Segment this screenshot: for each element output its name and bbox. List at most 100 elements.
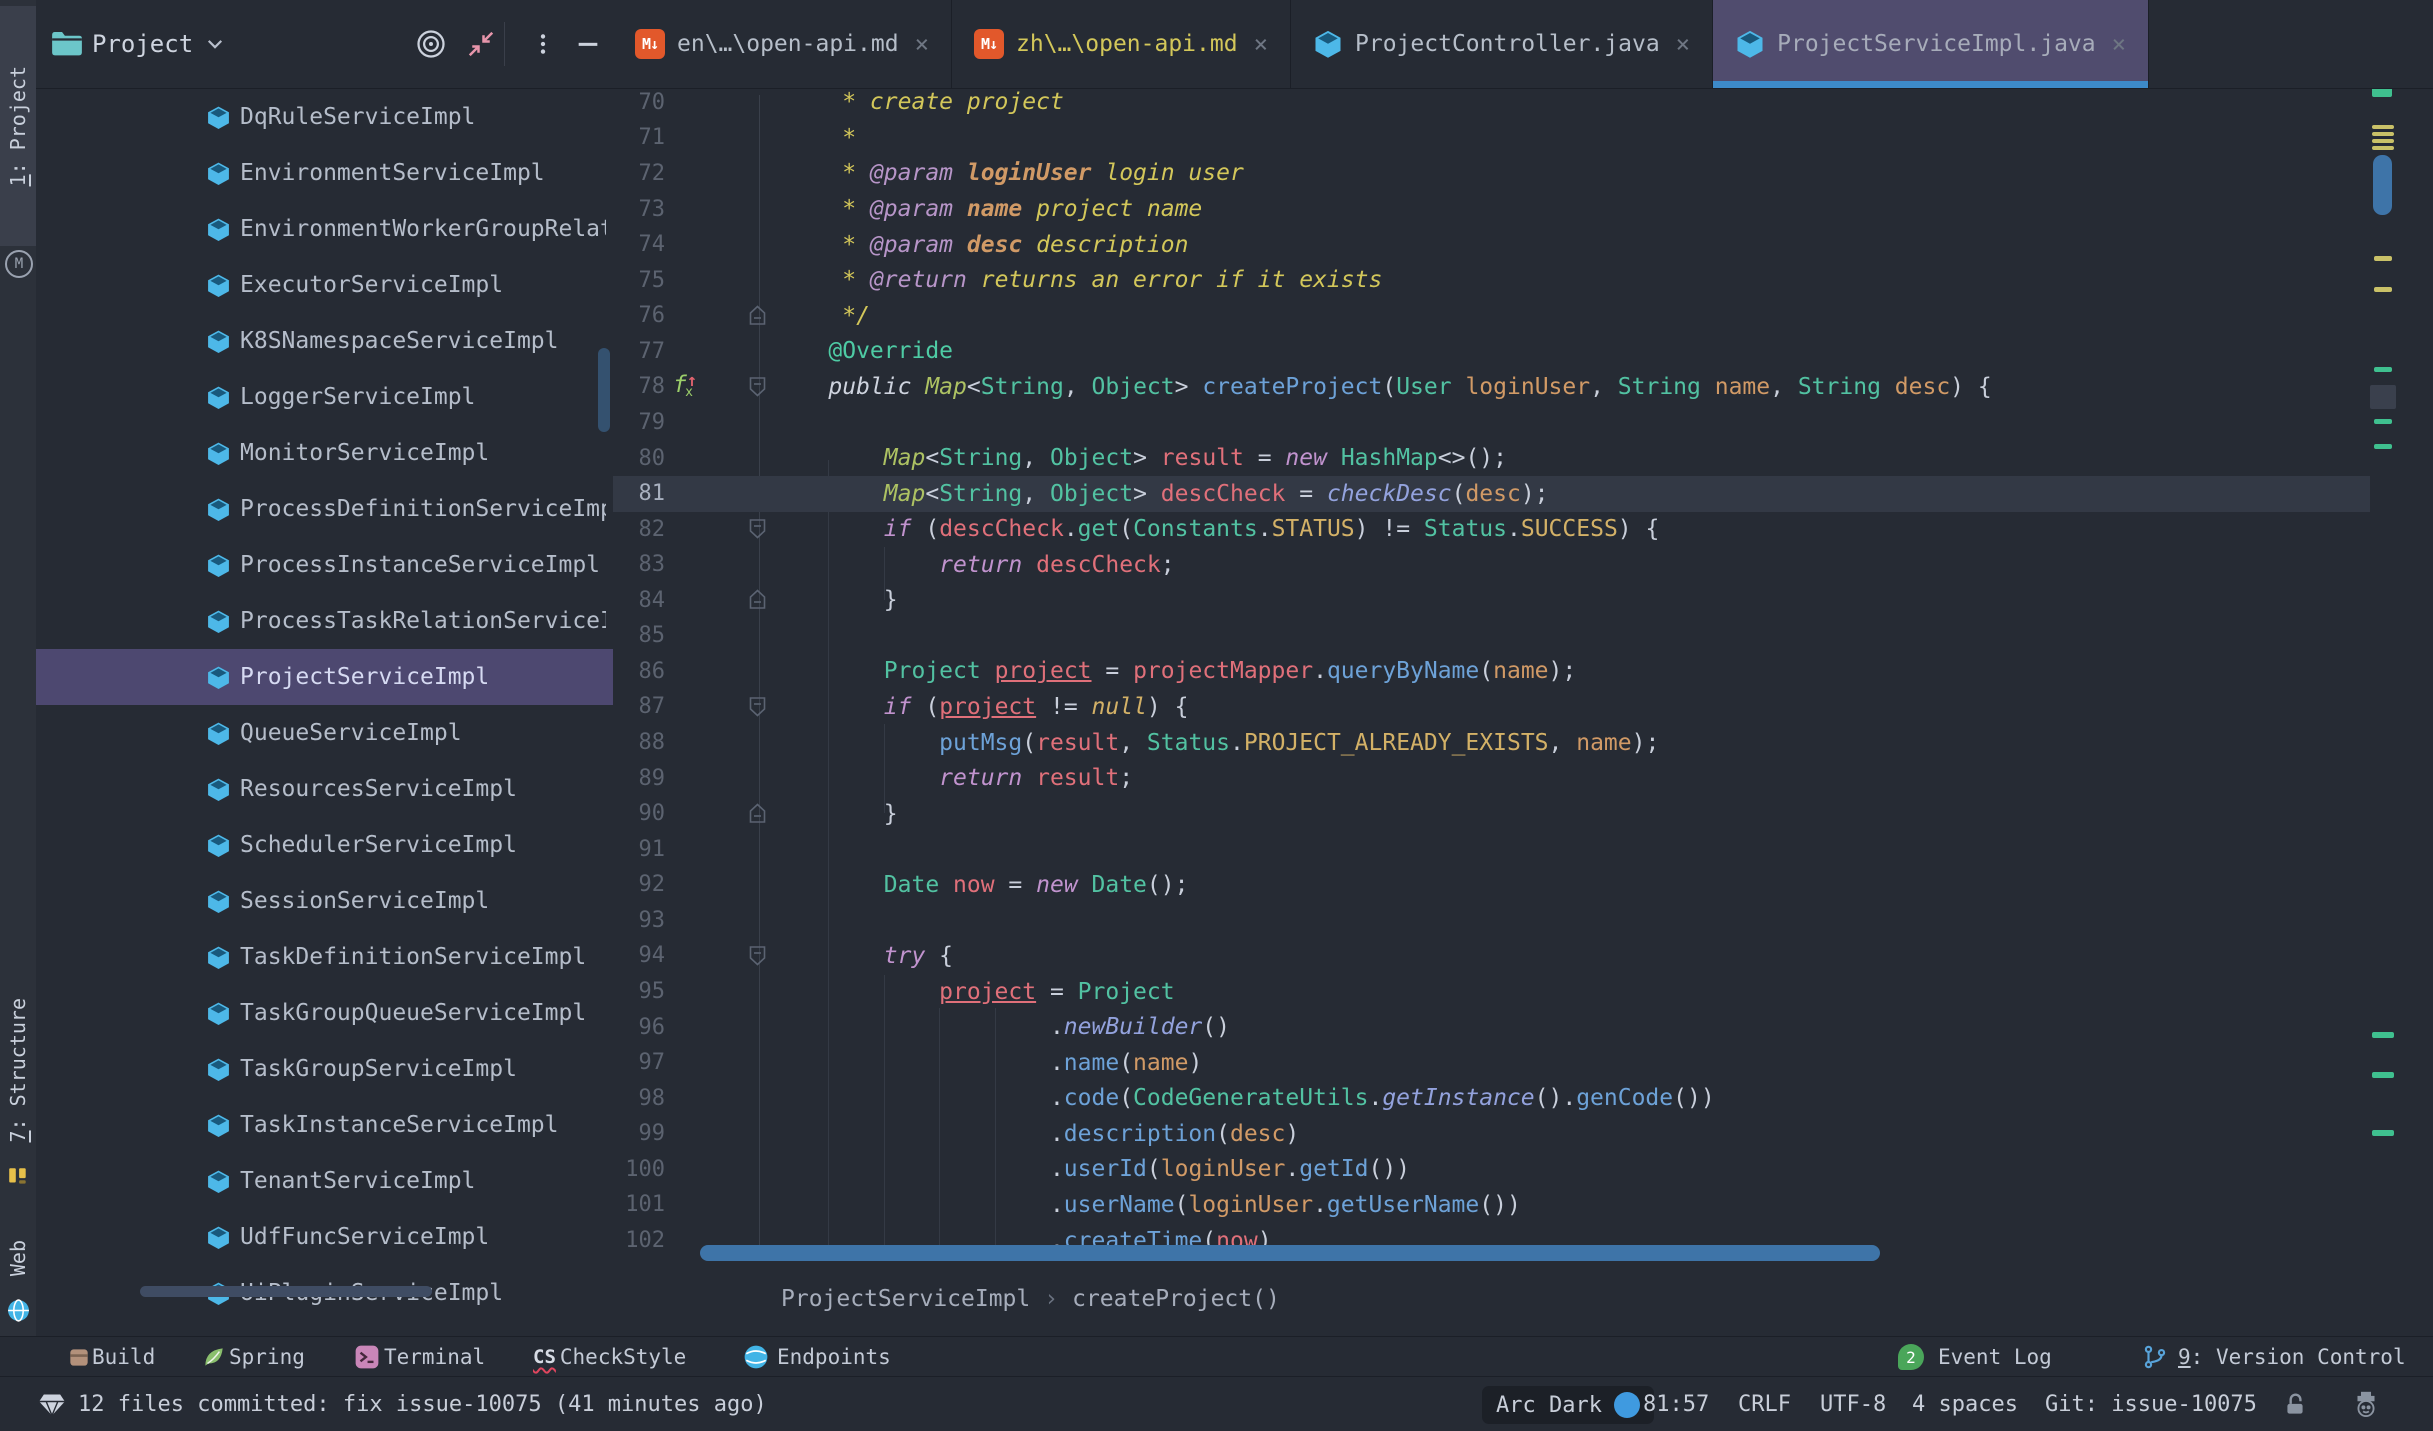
code-line-82[interactable]: 82 if (descCheck.get(Constants.STATUS) !… (613, 511, 2403, 547)
fold-marker-icon[interactable] (748, 305, 767, 330)
error-stripe-mark[interactable] (2374, 256, 2392, 261)
error-stripe-mark[interactable] (2372, 139, 2394, 143)
code-line-71[interactable]: 71 * (613, 120, 2403, 156)
code-line-95[interactable]: 95 project = Project (613, 974, 2403, 1010)
code-line-84[interactable]: 84 } (613, 582, 2403, 618)
editor-tab-0[interactable]: M↓en\…\open-api.md× (613, 0, 952, 88)
tree-item-SessionServiceImpl[interactable]: SessionServiceImpl (36, 873, 613, 929)
code-line-72[interactable]: 72 * @param loginUser login user (613, 155, 2403, 191)
code-line-74[interactable]: 74 * @param desc description (613, 227, 2403, 263)
code-line-81[interactable]: 81 Map<String, Object> descCheck = check… (613, 476, 2370, 512)
tree-item-ProcessTaskRelationServiceImpl[interactable]: ProcessTaskRelationServiceImpl (36, 593, 613, 649)
code-line-80[interactable]: 80 Map<String, Object> result = new Hash… (613, 440, 2403, 476)
code-line-70[interactable]: 70 * create project (613, 84, 2403, 120)
tree-horizontal-scrollbar[interactable] (140, 1286, 432, 1297)
fold-marker-icon[interactable] (748, 945, 767, 970)
line-separator[interactable]: CRLF (1738, 1377, 1791, 1431)
error-stripe-mark[interactable] (2372, 1072, 2394, 1078)
tree-item-EnvironmentWorkerGroupRelationServiceImpl[interactable]: EnvironmentWorkerGroupRelationServiceImp… (36, 201, 613, 257)
code-line-86[interactable]: 86 Project project = projectMapper.query… (613, 653, 2403, 689)
code-line-79[interactable]: 79 (613, 404, 2403, 440)
tree-item-ProcessDefinitionServiceImpl[interactable]: ProcessDefinitionServiceImpl (36, 481, 613, 537)
tree-item-K8SNamespaceServiceImpl[interactable]: K8SNamespaceServiceImpl (36, 313, 613, 369)
breadcrumb-method[interactable]: createProject() (1072, 1286, 1280, 1312)
code-line-87[interactable]: 87 if (project != null) { (613, 689, 2403, 725)
tree-item-TaskGroupQueueServiceImpl[interactable]: TaskGroupQueueServiceImpl (36, 985, 613, 1041)
theme-switcher[interactable]: Arc Dark (1482, 1386, 1654, 1424)
commit-status-message[interactable]: 12 files committed: fix issue-10075 (41 … (78, 1377, 767, 1431)
editor-horizontal-scrollbar[interactable] (700, 1245, 1880, 1261)
error-stripe-mark[interactable] (2370, 385, 2396, 409)
sidebar-tab-project[interactable]: 1: Project (0, 6, 36, 246)
code-line-101[interactable]: 101 .userName(loginUser.getUserName()) (613, 1187, 2403, 1223)
code-line-92[interactable]: 92 Date now = new Date(); (613, 867, 2403, 903)
unlock-icon[interactable] (2282, 1377, 2308, 1431)
sidebar-tab-structure[interactable]: 7: Structure (0, 980, 36, 1160)
fold-marker-icon[interactable] (748, 589, 767, 614)
code-line-98[interactable]: 98 .code(CodeGenerateUtils.getInstance()… (613, 1080, 2403, 1116)
hide-panel-minus-icon[interactable] (574, 30, 602, 58)
tree-item-TaskGroupServiceImpl[interactable]: TaskGroupServiceImpl (36, 1041, 613, 1097)
toolbar-checkstyle[interactable]: CSCheckStyle (533, 1337, 686, 1377)
close-icon[interactable]: × (1254, 30, 1268, 58)
m-circle-icon[interactable]: M (5, 250, 33, 278)
locate-target-icon[interactable] (416, 29, 446, 59)
fold-marker-icon[interactable] (748, 696, 767, 721)
code-line-88[interactable]: 88 putMsg(result, Status.PROJECT_ALREADY… (613, 725, 2403, 761)
tree-item-ProcessInstanceServiceImpl[interactable]: ProcessInstanceServiceImpl (36, 537, 613, 593)
error-stripe-mark[interactable] (2372, 146, 2394, 150)
tree-item-DqRuleServiceImpl[interactable]: DqRuleServiceImpl (36, 89, 613, 145)
tree-item-ProjectServiceImpl[interactable]: ProjectServiceImpl (36, 649, 613, 705)
tree-item-EnvironmentServiceImpl[interactable]: EnvironmentServiceImpl (36, 145, 613, 201)
toolbar-endpoints[interactable]: Endpoints (743, 1337, 891, 1377)
tree-item-ExecutorServiceImpl[interactable]: ExecutorServiceImpl (36, 257, 613, 313)
fold-marker-icon[interactable] (748, 803, 767, 828)
toolbar-event-log[interactable]: 2 Event Log (1898, 1337, 2052, 1377)
toolbar-version-control[interactable]: 9: Version Control (2142, 1337, 2406, 1377)
indent-setting[interactable]: 4 spaces (1912, 1377, 2018, 1431)
tree-vertical-scrollbar[interactable] (598, 348, 610, 432)
code-line-91[interactable]: 91 (613, 831, 2403, 867)
tree-item-MonitorServiceImpl[interactable]: MonitorServiceImpl (36, 425, 613, 481)
toolbar-spring[interactable]: Spring (201, 1337, 305, 1377)
overrides-method-icon[interactable]: f↑x (673, 372, 705, 398)
close-icon[interactable]: × (1676, 30, 1690, 58)
code-line-97[interactable]: 97 .name(name) (613, 1045, 2403, 1081)
tree-item-UdfFuncServiceImpl[interactable]: UdfFuncServiceImpl (36, 1209, 613, 1265)
git-branch-widget[interactable]: Git: issue-10075 (2045, 1377, 2257, 1431)
code-line-96[interactable]: 96 .newBuilder() (613, 1009, 2403, 1045)
code-line-100[interactable]: 100 .userId(loginUser.getId()) (613, 1151, 2403, 1187)
editor-tab-1[interactable]: M↓zh\…\open-api.md× (952, 0, 1291, 88)
error-stripe-mark[interactable] (2374, 367, 2392, 372)
fold-marker-icon[interactable] (748, 518, 767, 543)
code-line-85[interactable]: 85 (613, 618, 2403, 654)
ide-face-icon[interactable] (2352, 1377, 2380, 1431)
close-icon[interactable]: × (2112, 30, 2126, 58)
code-line-77[interactable]: 77 @Override (613, 333, 2403, 369)
fold-marker-icon[interactable] (748, 376, 767, 401)
toolbar-build[interactable]: Build (66, 1337, 155, 1377)
tree-item-LoggerServiceImpl[interactable]: LoggerServiceImpl (36, 369, 613, 425)
code-line-99[interactable]: 99 .description(desc) (613, 1116, 2403, 1152)
code-line-94[interactable]: 94 try { (613, 938, 2403, 974)
code-line-75[interactable]: 75 * @return returns an error if it exis… (613, 262, 2403, 298)
tree-item-QueueServiceImpl[interactable]: QueueServiceImpl (36, 705, 613, 761)
tree-item-TaskDefinitionServiceImpl[interactable]: TaskDefinitionServiceImpl (36, 929, 613, 985)
more-options-kebab-icon[interactable] (530, 30, 556, 58)
code-line-93[interactable]: 93 (613, 902, 2403, 938)
code-line-90[interactable]: 90 } (613, 796, 2403, 832)
code-line-78[interactable]: 78f↑x public Map<String, Object> createP… (613, 369, 2403, 405)
tree-item-SchedulerServiceImpl[interactable]: SchedulerServiceImpl (36, 817, 613, 873)
breadcrumb-class[interactable]: ProjectServiceImpl (781, 1286, 1030, 1312)
error-stripe-mark[interactable] (2372, 132, 2394, 136)
code-line-76[interactable]: 76 */ (613, 298, 2403, 334)
error-stripe-mark[interactable] (2374, 419, 2392, 424)
tree-item-TenantServiceImpl[interactable]: TenantServiceImpl (36, 1153, 613, 1209)
error-stripe-mark[interactable] (2372, 1032, 2394, 1038)
error-stripe-mark[interactable] (2374, 444, 2392, 449)
tree-view-title[interactable]: Project (92, 30, 193, 58)
code-line-89[interactable]: 89 return result; (613, 760, 2403, 796)
error-stripe-mark[interactable] (2374, 287, 2392, 292)
editor-tab-3[interactable]: ProjectServiceImpl.java× (1713, 0, 2149, 88)
gem-icon[interactable] (38, 1377, 66, 1431)
